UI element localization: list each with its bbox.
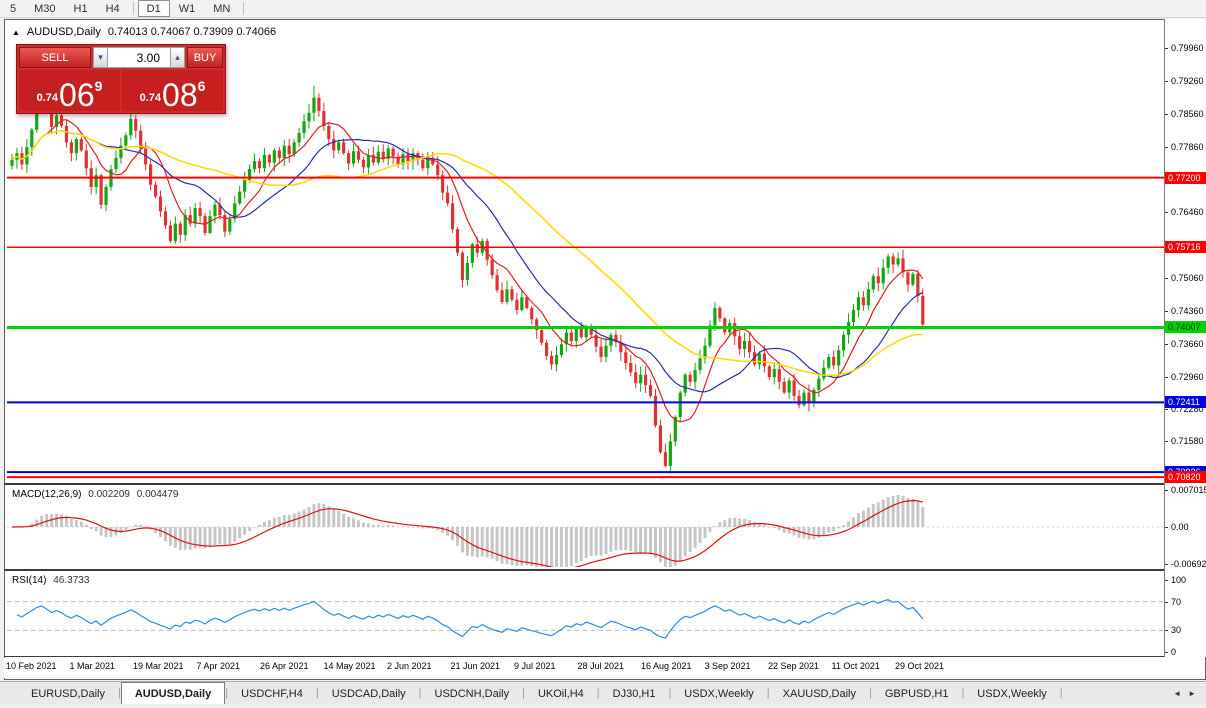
price-tick: 0.75060 [1165,273,1206,283]
chart-tab-usdcnh-daily[interactable]: USDCNH,Daily [422,682,523,704]
date-label: 19 Mar 2021 [133,661,184,671]
rsi-separator[interactable] [4,569,1206,571]
sell-price-pip: 9 [95,78,103,94]
macd-signal-value: 0.004479 [137,489,179,500]
macd-title: MACD(12,26,9) [12,489,81,500]
date-label: 7 Apr 2021 [197,661,241,671]
mt4-terminal: 5M30H1H4 D1W1MN ▲ AUDUSD,Daily 0.74013 0.… [0,0,1206,708]
time-axis-separator [4,656,1206,657]
date-label: 9 Jul 2021 [514,661,556,671]
date-label: 29 Oct 2021 [895,661,944,671]
price-level-badge: 0.75716 [1165,241,1206,253]
sell-price-prefix: 0.74 [37,92,58,104]
date-label: 10 Feb 2021 [6,661,57,671]
toolbar-separator [243,2,244,15]
chart-tab-usdchf-h4[interactable]: USDCHF,H4 [228,682,316,704]
date-label: 14 May 2021 [324,661,376,671]
timeframe-button-mn[interactable]: MN [204,0,239,17]
timeframe-button-5[interactable]: 5 [1,0,25,17]
rsi-label: RSI(14) 46.3733 [12,575,89,586]
timeframe-button-w1[interactable]: W1 [170,0,205,17]
price-tick: 0.74360 [1165,306,1206,316]
buy-price-button[interactable]: 0.74 08 6 [122,70,223,111]
chart-tab-usdx-weekly[interactable]: USDX,Weekly [964,682,1059,704]
timeframe-button-h1[interactable]: H1 [65,0,97,17]
rsi-canvas[interactable] [7,573,1164,655]
price-tick: 0.78560 [1165,109,1206,119]
ohlc-values: 0.74013 0.74067 0.73909 0.74066 [108,26,276,38]
tab-separator: | [1060,682,1063,704]
date-label: 3 Sep 2021 [705,661,751,671]
chart-tab-usdx-weekly[interactable]: USDX,Weekly [671,682,766,704]
price-tick: 0.72960 [1165,372,1206,382]
chart-tab-dj30-h1[interactable]: DJ30,H1 [600,682,669,704]
collapse-arrow-icon[interactable]: ▲ [12,28,20,37]
macd-label: MACD(12,26,9) 0.002209 0.004479 [12,489,178,500]
buy-price-pip: 6 [198,78,206,94]
price-level-badge: 0.74007 [1165,321,1206,333]
chart-tab-eurusd-daily[interactable]: EURUSD,Daily [18,682,118,704]
chart-tab-ukoil-h4[interactable]: UKOil,H4 [525,682,597,704]
price-tick: 0.71580 [1165,436,1206,446]
date-label: 22 Sep 2021 [768,661,819,671]
price-tick: 0.73660 [1165,339,1206,349]
rsi-axis-tick: 70 [1165,597,1206,607]
date-label: 28 Jul 2021 [578,661,625,671]
price-tick: 0.76460 [1165,207,1206,217]
chart-tab-bar: EURUSD,Daily|AUDUSD,Daily|USDCHF,H4|USDC… [0,681,1206,704]
rsi-axis-tick: 100 [1165,575,1206,585]
timeframe-button-d1[interactable]: D1 [138,0,170,17]
macd-axis-tick: -0.00692 [1165,559,1206,569]
rsi-axis-tick: 30 [1165,625,1206,635]
chart-info-line: ▲ AUDUSD,Daily 0.74013 0.74067 0.73909 0… [12,26,276,38]
macd-canvas[interactable] [7,487,1164,567]
price-level-badge: 0.70820 [1165,471,1206,483]
macd-axis-tick: 0.00 [1165,522,1206,532]
price-tick: 0.77860 [1165,142,1206,152]
chart-tab-audusd-daily[interactable]: AUDUSD,Daily [121,682,225,704]
buy-price-prefix: 0.74 [140,92,161,104]
volume-increase-button[interactable]: ▴ [170,47,185,68]
tab-scroll-arrows: ◄► [1173,682,1206,704]
volume-stepper: ▾ ▴ [93,47,185,68]
rsi-axis-tick: 0 [1165,647,1206,657]
toolbar-separator [133,2,134,15]
date-label: 2 Jun 2021 [387,661,432,671]
status-strip [0,704,1206,708]
period-toolbar: 5M30H1H4 D1W1MN [0,0,1206,18]
sell-button[interactable]: SELL [19,47,91,68]
volume-decrease-button[interactable]: ▾ [93,47,108,68]
chart-tab-xauusd-daily[interactable]: XAUUSD,Daily [770,682,869,704]
volume-input[interactable] [108,47,170,68]
price-level-badge: 0.77200 [1165,172,1206,184]
rsi-title: RSI(14) [12,575,46,586]
timeframe-button-h4[interactable]: H4 [97,0,129,17]
time-axis[interactable]: 10 Feb 2021 1 Mar 2021 19 Mar 2021 7 Apr 20… [4,658,1164,678]
macd-axis-tick: 0.007015 [1165,485,1206,495]
chart-tab-gbpusd-h1[interactable]: GBPUSD,H1 [872,682,962,704]
symbol-period-label: AUDUSD,Daily [27,26,101,38]
date-label: 16 Aug 2021 [641,661,692,671]
date-label: 1 Mar 2021 [70,661,116,671]
buy-button[interactable]: BUY [187,47,223,68]
date-label: 21 Jun 2021 [451,661,501,671]
tab-scroll-left-icon[interactable]: ◄ [1173,689,1181,698]
price-tick: 0.79260 [1165,76,1206,86]
macd-main-value: 0.002209 [88,489,130,500]
one-click-trading-panel: SELL ▾ ▴ BUY 0.74 06 9 0.74 08 6 [16,44,226,114]
date-label: 26 Apr 2021 [260,661,309,671]
chart-tab-usdcad-daily[interactable]: USDCAD,Daily [319,682,419,704]
timeframe-button-m30[interactable]: M30 [25,0,64,17]
price-level-badge: 0.72411 [1165,396,1206,408]
sell-price-big: 06 [59,81,95,109]
rsi-value: 46.3733 [53,575,89,586]
price-axis[interactable]: 0.79960 0.79260 0.78560 0.77860 0.76460 0.750… [1164,19,1206,657]
date-label: 11 Oct 2021 [832,661,880,671]
macd-separator[interactable] [4,483,1206,485]
sell-price-button[interactable]: 0.74 06 9 [19,70,120,111]
tab-scroll-right-icon[interactable]: ► [1188,689,1196,698]
price-tick: 0.79960 [1165,43,1206,53]
buy-price-big: 08 [162,81,198,109]
